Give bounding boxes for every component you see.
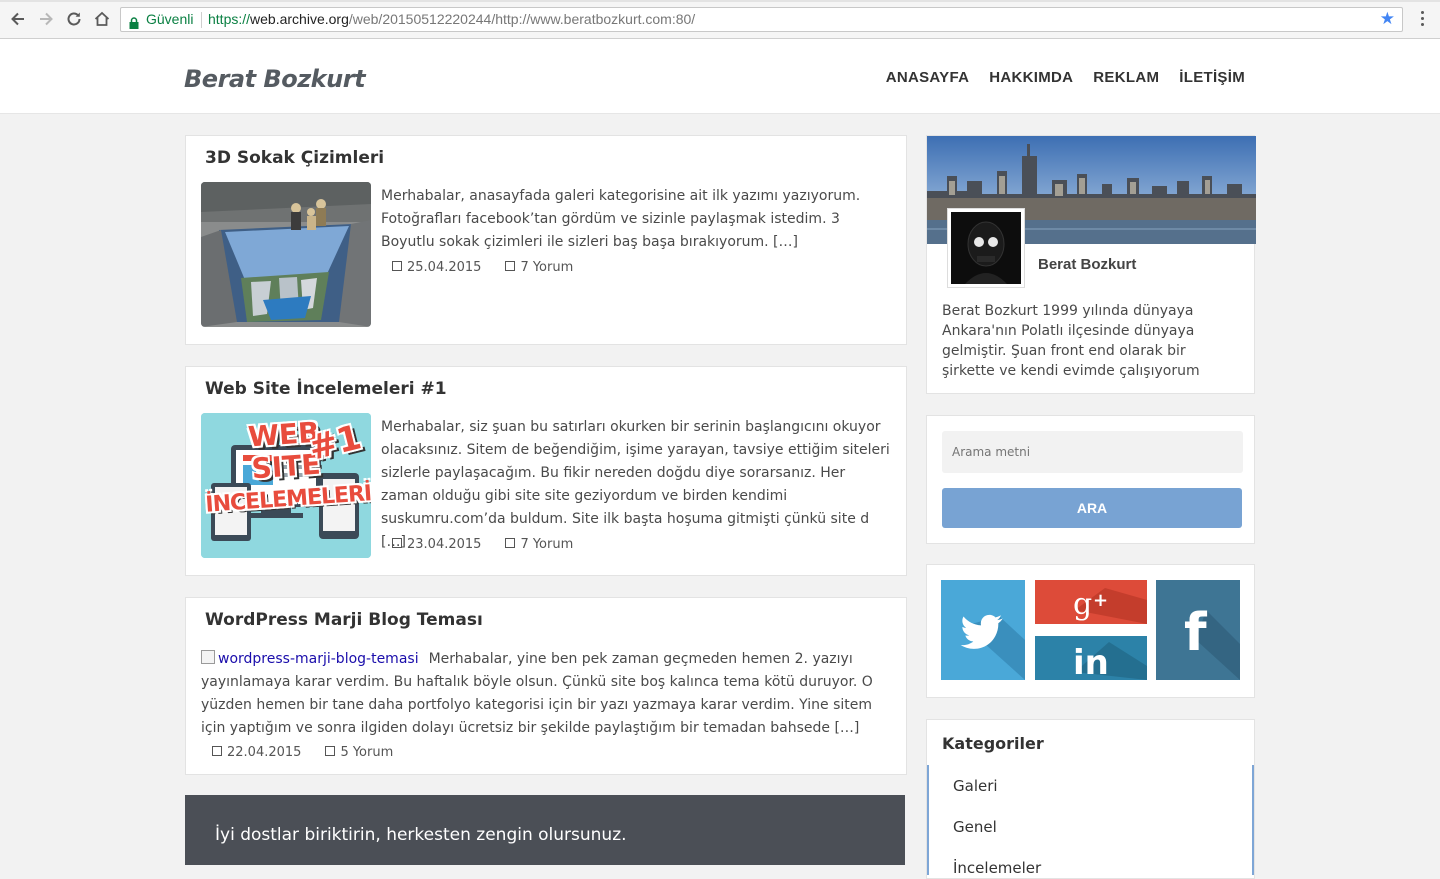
secure-label: Güvenli bbox=[146, 11, 194, 27]
site-header: Berat Bozkurt ANASAYFA HAKKIMDA REKLAM İ… bbox=[0, 39, 1440, 114]
menu-item-reklam[interactable]: REKLAM bbox=[1093, 69, 1159, 86]
post-comments[interactable]: 7 Yorum bbox=[505, 260, 573, 275]
svg-text:f: f bbox=[1184, 603, 1208, 663]
bookmark-star-icon[interactable]: ★ bbox=[1380, 9, 1395, 29]
quote-text: İyi dostlar biriktirin, herkesten zengin… bbox=[215, 825, 627, 845]
site-logo[interactable]: Berat Bozkurt bbox=[184, 65, 366, 93]
post-date-text: 23.04.2015 bbox=[407, 537, 482, 552]
categories-title: Kategoriler bbox=[942, 734, 1044, 753]
calendar-icon bbox=[392, 538, 402, 548]
svg-text:+: + bbox=[1093, 590, 1108, 611]
calendar-icon bbox=[392, 261, 402, 271]
post-comments[interactable]: 7 Yorum bbox=[505, 537, 573, 552]
broken-image-link[interactable]: wordpress-marji-blog-temasi bbox=[201, 650, 419, 667]
post-thumbnail-web-site-incelemeleri[interactable]: WEB SITE İNCELEMELERİ #1 bbox=[201, 413, 371, 558]
category-item-galeri[interactable]: Galeri bbox=[953, 777, 998, 795]
profile-avatar[interactable] bbox=[947, 208, 1025, 288]
main-menu: ANASAYFA HAKKIMDA REKLAM İLETİŞİM bbox=[886, 69, 1245, 86]
categories-widget: Kategoriler Galeri Genel İncelemeler bbox=[926, 719, 1255, 879]
reload-icon[interactable] bbox=[64, 9, 84, 29]
post-title[interactable]: WordPress Marji Blog Teması bbox=[205, 610, 483, 630]
browser-menu-icon[interactable] bbox=[1414, 9, 1430, 29]
post-meta: 23.04.2015 7 Yorum bbox=[392, 537, 573, 552]
broken-image-icon bbox=[201, 650, 215, 664]
quote-banner: İyi dostlar biriktirin, herkesten zengin… bbox=[185, 795, 905, 865]
post-comments[interactable]: 5 Yorum bbox=[325, 745, 393, 760]
post-date: 22.04.2015 bbox=[212, 745, 301, 760]
svg-text:in: in bbox=[1073, 643, 1109, 680]
post-excerpt-block: wordpress-marji-blog-temasi Merhabalar, y… bbox=[201, 648, 896, 740]
post-comments-text: 7 Yorum bbox=[520, 260, 574, 275]
menu-item-iletisim[interactable]: İLETİŞİM bbox=[1179, 69, 1245, 86]
omnibox-separator bbox=[201, 12, 202, 28]
post-card: Web Site İncelemeleri #1 WEB SITE İNCELE… bbox=[185, 366, 907, 576]
post-date: 23.04.2015 bbox=[392, 537, 481, 552]
twitter-button[interactable] bbox=[941, 580, 1025, 680]
post-date: 25.04.2015 bbox=[392, 260, 481, 275]
browser-toolbar: Güvenli https://web.archive.org/web/2015… bbox=[0, 0, 1440, 39]
comment-icon bbox=[505, 261, 516, 271]
linkedin-button[interactable]: in bbox=[1035, 636, 1147, 680]
home-icon[interactable] bbox=[92, 9, 112, 29]
tab-strip-edge bbox=[0, 0, 1440, 2]
post-card: 3D Sokak Çizimleri Merhabalar, anasayfad… bbox=[185, 135, 907, 345]
url-host: web.archive.org bbox=[250, 11, 349, 27]
url-path: /web/20150512220244/http://www.beratbozk… bbox=[348, 11, 696, 27]
back-icon[interactable] bbox=[8, 9, 28, 29]
comment-icon bbox=[505, 538, 516, 548]
menu-item-anasayfa[interactable]: ANASAYFA bbox=[886, 69, 970, 86]
social-widget: g + in f bbox=[926, 564, 1255, 698]
google-plus-button[interactable]: g + bbox=[1035, 580, 1147, 624]
search-widget: ARA bbox=[926, 415, 1255, 544]
post-date-text: 25.04.2015 bbox=[407, 260, 482, 275]
post-meta: 25.04.2015 7 Yorum bbox=[392, 260, 573, 275]
search-input[interactable] bbox=[942, 431, 1243, 473]
category-item-genel[interactable]: Genel bbox=[953, 818, 997, 836]
post-thumbnail-3d-street-art[interactable] bbox=[201, 182, 371, 327]
image-alt-text: wordpress-marji-blog-temasi bbox=[218, 651, 419, 667]
post-title[interactable]: Web Site İncelemeleri #1 bbox=[205, 379, 447, 399]
menu-item-hakkimda[interactable]: HAKKIMDA bbox=[989, 69, 1073, 86]
url-text[interactable]: https://web.archive.org/web/201505122202… bbox=[208, 11, 695, 27]
post-excerpt: Merhabalar, siz şuan bu satırları okurke… bbox=[381, 419, 890, 550]
profile-name[interactable]: Berat Bozkurt bbox=[1038, 256, 1136, 273]
post-date-text: 22.04.2015 bbox=[227, 745, 302, 760]
address-bar[interactable]: Güvenli https://web.archive.org/web/2015… bbox=[120, 7, 1403, 32]
svg-text:g: g bbox=[1073, 587, 1092, 622]
post-title[interactable]: 3D Sokak Çizimleri bbox=[205, 148, 384, 168]
category-item-incelemeler[interactable]: İncelemeler bbox=[953, 859, 1041, 877]
post-comments-text: 5 Yorum bbox=[340, 745, 394, 760]
lock-icon bbox=[129, 14, 139, 33]
post-meta: 22.04.2015 5 Yorum bbox=[212, 745, 393, 760]
search-button[interactable]: ARA bbox=[942, 488, 1242, 528]
categories-list: Galeri Genel İncelemeler bbox=[927, 765, 1254, 877]
post-card: WordPress Marji Blog Teması wordpress-ma… bbox=[185, 597, 907, 775]
post-comments-text: 7 Yorum bbox=[520, 537, 574, 552]
profile-bio: Berat Bozkurt 1999 yılında dünyaya Ankar… bbox=[942, 303, 1200, 379]
facebook-button[interactable]: f bbox=[1156, 580, 1240, 680]
post-excerpt: Merhabalar, anasayfada galeri kategorisi… bbox=[381, 188, 861, 250]
url-scheme: https:// bbox=[208, 11, 251, 27]
profile-widget: Berat Bozkurt Berat Bozkurt 1999 yılında… bbox=[926, 135, 1256, 394]
forward-icon[interactable] bbox=[36, 9, 56, 29]
comment-icon bbox=[325, 746, 336, 756]
calendar-icon bbox=[212, 746, 222, 756]
